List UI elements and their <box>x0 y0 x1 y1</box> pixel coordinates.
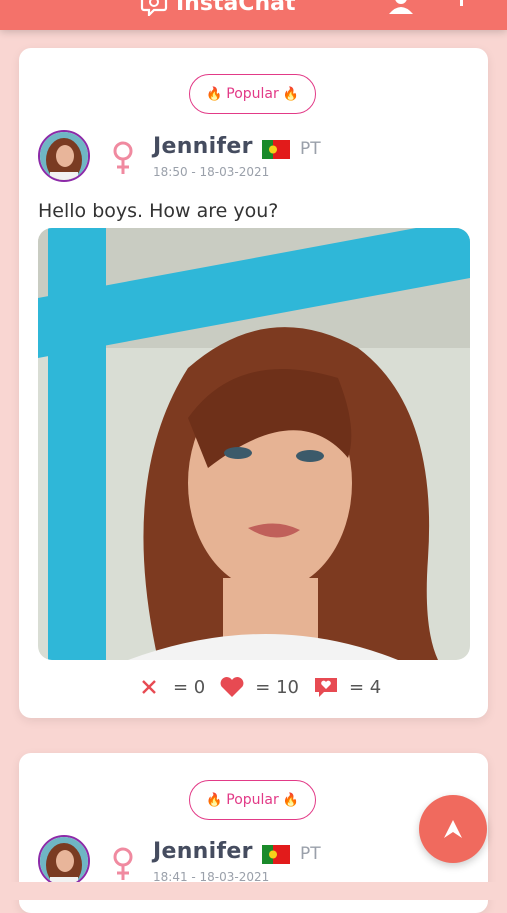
user-name[interactable]: Jennifer <box>153 134 253 159</box>
post-message: Hello boys. How are you? <box>38 200 279 222</box>
post-stats: = 0 = 10 = 4 <box>137 674 395 700</box>
user-name[interactable]: Jennifer <box>153 839 253 864</box>
post-card: 🔥 Popular 🔥 Jennifer PT 18:50 - 18-03-20… <box>19 48 488 718</box>
popular-badge: 🔥 Popular 🔥 <box>189 74 316 114</box>
arrow-up-icon <box>444 820 462 838</box>
avatar-image <box>40 837 88 885</box>
country-code: PT <box>300 139 321 159</box>
post-time: 18:50 - 18-03-2021 <box>153 165 270 179</box>
popular-badge: 🔥 Popular 🔥 <box>189 780 316 820</box>
app-name: InstaChat <box>176 0 296 16</box>
app-logo[interactable]: InstaChat <box>140 0 295 16</box>
comment-heart-icon[interactable] <box>313 676 339 698</box>
avatar[interactable] <box>38 130 90 182</box>
country-code: PT <box>300 844 321 864</box>
post-photo[interactable] <box>38 228 470 660</box>
like-count: = 10 <box>255 676 299 698</box>
x-icon[interactable] <box>137 676 163 698</box>
female-icon <box>113 847 133 880</box>
portugal-flag-icon <box>262 140 290 159</box>
dislike-count: = 0 <box>173 676 206 698</box>
comment-count: = 4 <box>348 676 382 698</box>
fire-icon: 🔥 <box>282 86 299 102</box>
scroll-top-button[interactable] <box>419 795 487 863</box>
post-image <box>38 228 470 660</box>
avatar[interactable] <box>38 835 90 887</box>
fire-icon: 🔥 <box>206 86 223 102</box>
avatar-image <box>40 132 88 180</box>
badge-label: Popular <box>226 86 279 102</box>
portugal-flag-icon <box>262 845 290 864</box>
user-icon[interactable] <box>388 0 414 14</box>
app-header: InstaChat <box>0 0 507 30</box>
badge-label: Popular <box>226 792 279 808</box>
heart-icon[interactable] <box>219 676 245 698</box>
female-icon <box>113 141 133 174</box>
fire-icon: 🔥 <box>282 792 299 808</box>
chat-bubble-icon <box>140 0 168 16</box>
fire-icon: 🔥 <box>206 792 223 808</box>
menu-icon[interactable] <box>460 0 463 6</box>
bottom-bar <box>0 882 507 900</box>
